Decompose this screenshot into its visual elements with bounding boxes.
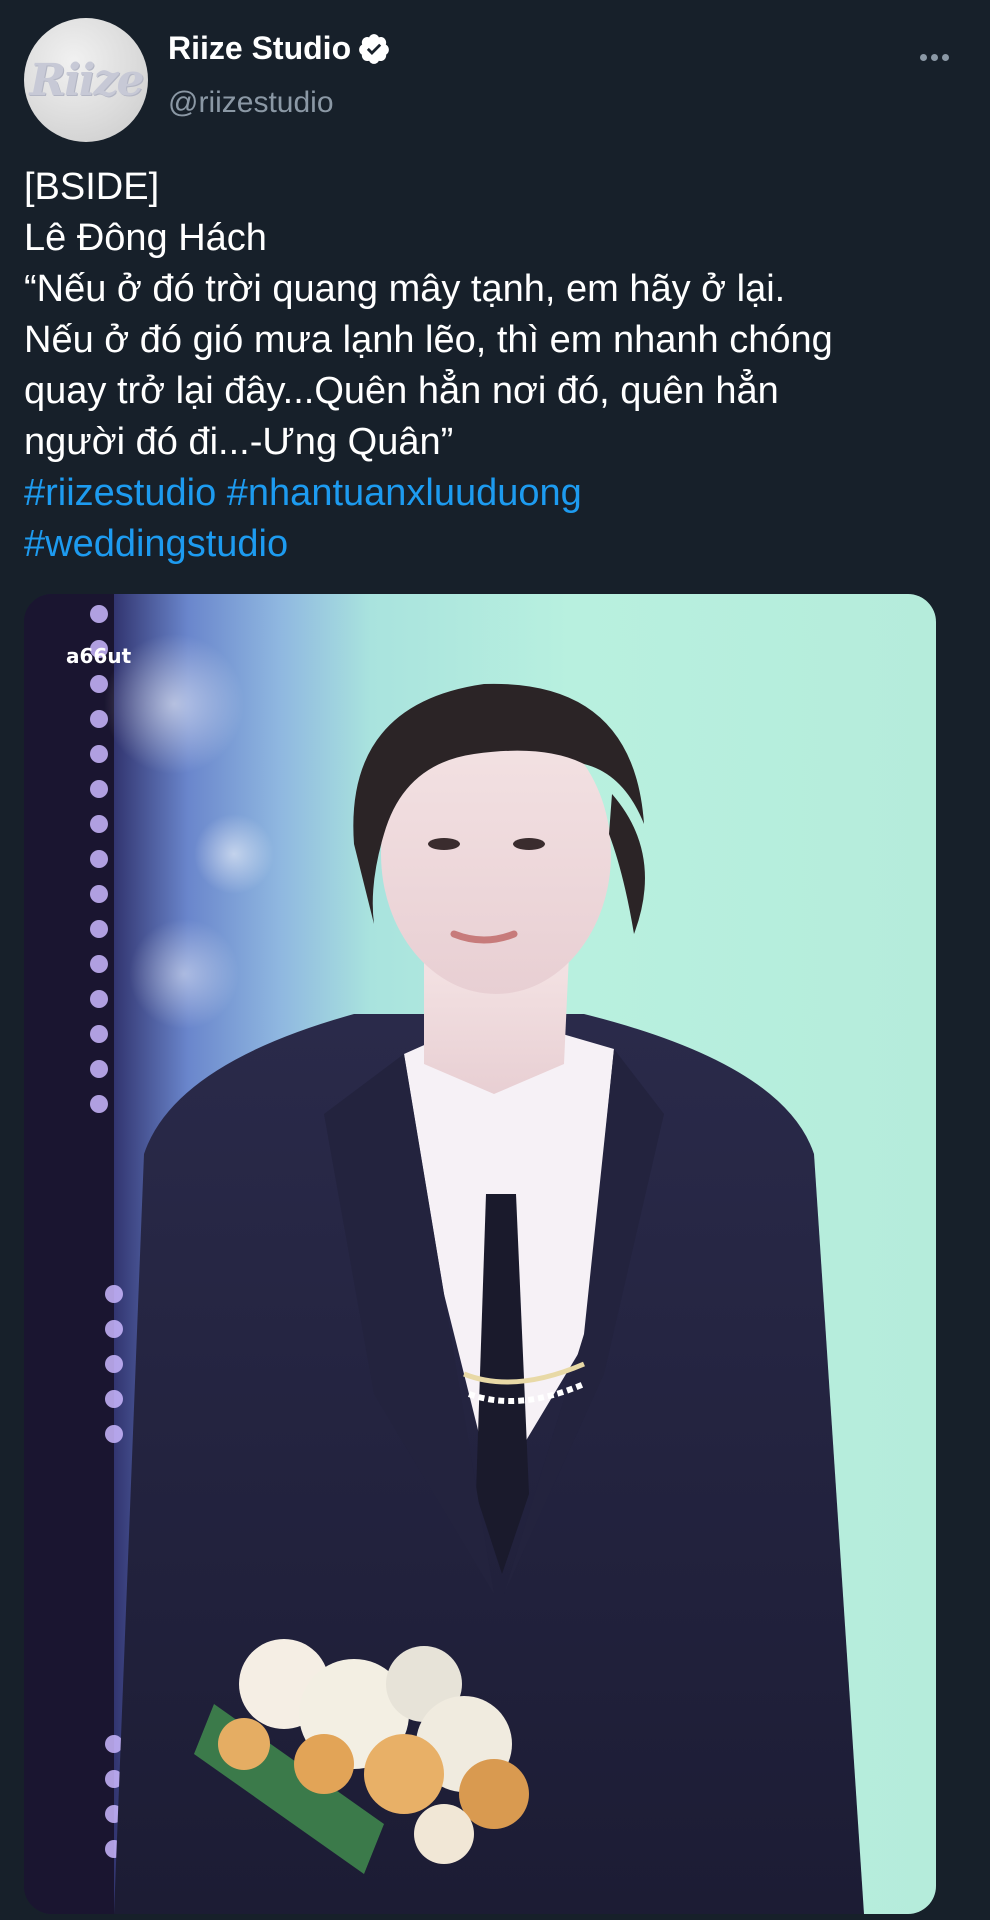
tweet-header: Riize Riize Studio @riizestudio: [0, 0, 990, 142]
verified-badge-icon: [359, 33, 389, 64]
avatar[interactable]: Riize: [24, 18, 148, 142]
tweet-line: “Nếu ở đó trời quang mây tạnh, em hãy ở …: [24, 268, 786, 310]
more-options-icon[interactable]: [920, 48, 960, 68]
hashtag-line: #weddingstudio: [24, 519, 974, 570]
tweet-photo[interactable]: a66ut: [24, 594, 936, 1914]
tweet-line: quay trở lại đây...Quên hẳn nơi đó, quên…: [24, 370, 779, 412]
display-name[interactable]: Riize Studio: [168, 30, 351, 67]
hashtag-link[interactable]: #weddingstudio: [24, 523, 288, 565]
account-handle[interactable]: @riizestudio: [168, 86, 334, 120]
hashtag-link[interactable]: #riizestudio: [24, 472, 216, 514]
tweet-line: người đó đi...-Ưng Quân”: [24, 421, 454, 463]
hashtag-link[interactable]: #nhantuanxluuduong: [227, 472, 582, 514]
tweet-line: Nếu ở đó gió mưa lạnh lẽo, thì em nhanh …: [24, 319, 833, 361]
tweet-text: [BSIDE] Lê Đông Hách “Nếu ở đó trời quan…: [24, 162, 974, 570]
photo-illustration: [24, 594, 864, 1914]
tweet-line: Lê Đông Hách: [24, 217, 267, 259]
name-row[interactable]: Riize Studio: [168, 30, 391, 67]
photo-watermark: a66ut: [66, 644, 132, 668]
hashtag-line: #riizestudio #nhantuanxluuduong: [24, 468, 974, 519]
tweet-line: [BSIDE]: [24, 166, 160, 208]
avatar-logo: Riize: [29, 54, 145, 106]
